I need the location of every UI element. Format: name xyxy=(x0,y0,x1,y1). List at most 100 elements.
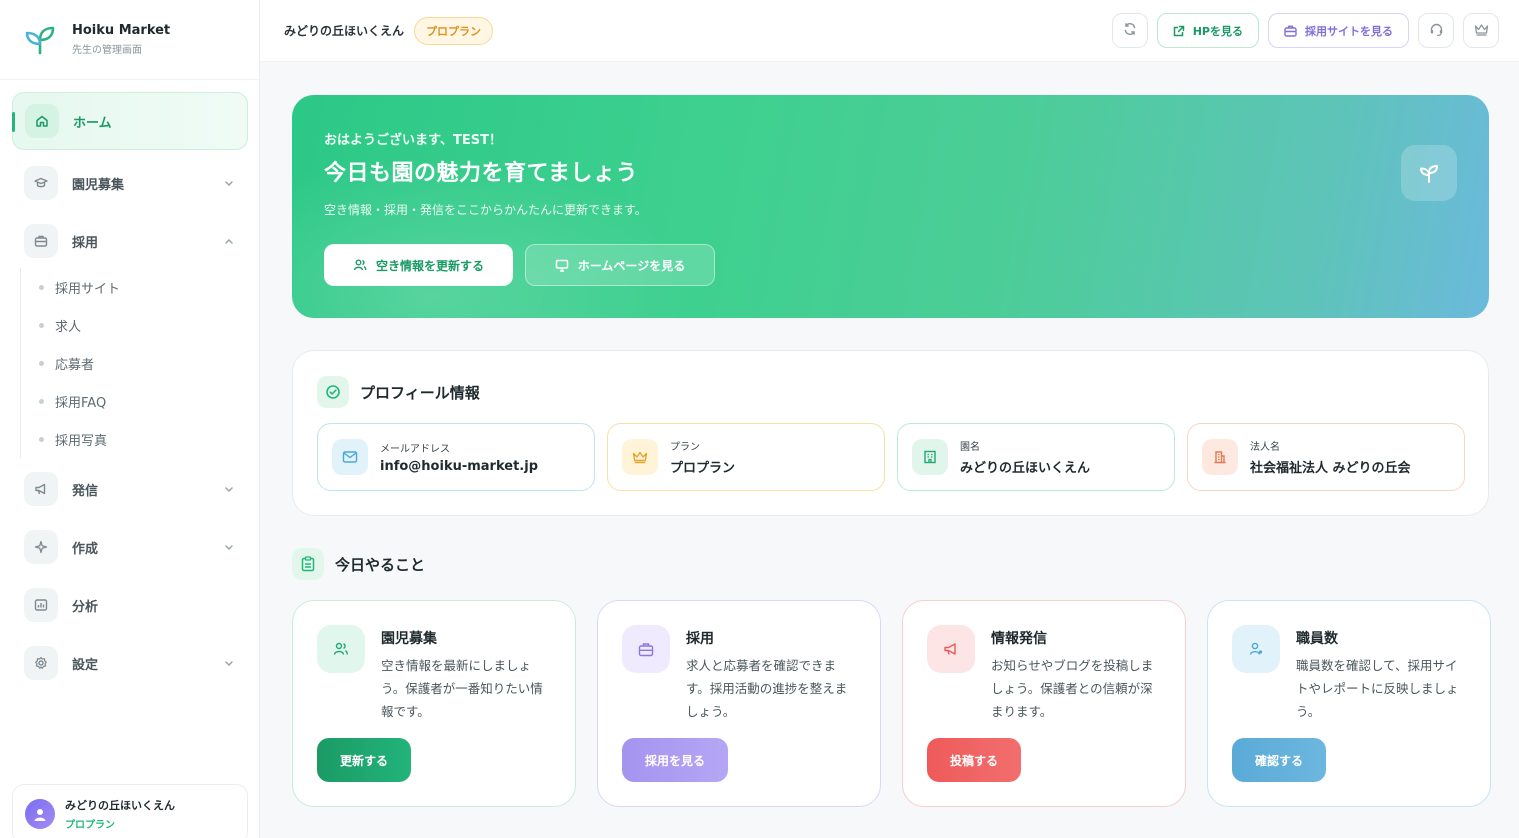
sprout-icon xyxy=(1401,145,1457,201)
task-card-staff: 職員数 職員数を確認して、採用サイトやレポートに反映しましょう。 確認する xyxy=(1207,600,1491,807)
sidebar-item-label: ホーム xyxy=(73,115,112,131)
subnav-label: 採用写真 xyxy=(55,433,108,449)
user-icon xyxy=(1232,625,1280,673)
crown-icon xyxy=(1474,23,1489,39)
building-icon xyxy=(912,439,948,475)
update-vacancy-button[interactable]: 空き情報を更新する xyxy=(324,244,513,286)
hero-greeting: おはようございます、TEST！ xyxy=(324,133,502,148)
subnav-item-recruit-site[interactable]: 採用サイト xyxy=(39,268,248,306)
subnav-item-jobs[interactable]: 求人 xyxy=(39,306,248,344)
home-icon xyxy=(25,104,59,138)
profile-value: プロプラン xyxy=(670,461,736,476)
profile-card-email: メールアドレス info@hoiku-market.jp xyxy=(317,423,595,491)
post-button[interactable]: 投稿する xyxy=(927,738,1022,782)
office-building-icon xyxy=(1202,439,1238,475)
subnav-label: 採用サイト xyxy=(55,281,121,297)
task-description: 空き情報を最新にしましょう。保護者が一番知りたい情報です。 xyxy=(381,658,543,719)
bullet-dot xyxy=(39,322,44,328)
sidebar-item-label: 園児募集 xyxy=(72,177,125,193)
plan-button[interactable] xyxy=(1463,13,1499,48)
chart-icon xyxy=(24,588,58,622)
sidebar-item-label: 設定 xyxy=(72,657,99,673)
sidebar-item-create[interactable]: 作成 xyxy=(12,522,248,572)
sidebar: Hoiku Market 先生の管理画面 ホーム 園児募集 採用 採用サイト 求… xyxy=(0,0,260,838)
bullet-dot xyxy=(39,398,44,404)
sidebar-item-label: 採用 xyxy=(72,235,99,251)
mail-icon xyxy=(332,439,368,475)
sidebar-item-publish[interactable]: 発信 xyxy=(12,464,248,514)
megaphone-icon xyxy=(24,472,58,506)
profile-label: 法人名 xyxy=(1250,442,1280,453)
profile-value: 社会福祉法人 みどりの丘会 xyxy=(1250,461,1411,476)
task-description: 求人と応募者を確認できます。採用活動の進捗を整えましょう。 xyxy=(686,658,848,719)
task-card-recruit: 採用 求人と応募者を確認できます。採用活動の進捗を整えましょう。 採用を見る xyxy=(597,600,881,807)
sidebar-item-settings[interactable]: 設定 xyxy=(12,638,248,688)
sidebar-nav: ホーム 園児募集 採用 採用サイト 求人 応募者 採用FAQ 採用写真 発信 作… xyxy=(12,92,248,696)
profile-card-school: 園名 みどりの丘ほいくえん xyxy=(897,423,1175,491)
briefcase-icon xyxy=(622,625,670,673)
clipboard-icon xyxy=(292,548,324,580)
user-name: みどりの丘ほいくえん xyxy=(65,799,175,812)
support-button[interactable] xyxy=(1418,13,1454,48)
brand-title: Hoiku Market xyxy=(72,23,171,38)
hero-banner: おはようございます、TEST！ 今日も園の魅力を育てましょう 空き情報・採用・発… xyxy=(292,95,1489,318)
subnav-label: 採用FAQ xyxy=(55,395,107,411)
view-homepage-button[interactable]: ホームページを見る xyxy=(525,244,715,286)
header-actions: HPを見る 採用サイトを見る xyxy=(1111,13,1499,48)
task-title: 情報発信 xyxy=(991,631,1047,647)
subnav-item-faq[interactable]: 採用FAQ xyxy=(39,382,248,420)
profile-title: プロフィール情報 xyxy=(360,383,480,402)
check-circle-icon xyxy=(317,376,349,408)
sprout-logo-icon xyxy=(22,22,58,58)
chevron-down-icon xyxy=(224,174,234,193)
subnav-label: 求人 xyxy=(55,319,82,335)
chevron-down-icon xyxy=(224,654,234,673)
view-recruit-site-label: 採用サイトを見る xyxy=(1305,24,1393,38)
today-title: 今日やること xyxy=(335,555,426,574)
external-link-icon xyxy=(1173,25,1193,37)
profile-card-corporation: 法人名 社会福祉法人 みどりの丘会 xyxy=(1187,423,1465,491)
bullet-dot xyxy=(39,360,44,366)
chevron-down-icon xyxy=(224,480,234,499)
chevron-up-icon xyxy=(224,232,234,251)
task-title: 職員数 xyxy=(1296,631,1338,647)
avatar xyxy=(25,799,55,829)
refresh-icon xyxy=(1123,22,1137,39)
subnav-item-photos[interactable]: 採用写真 xyxy=(39,420,248,458)
monitor-icon xyxy=(555,259,578,272)
subnav-item-applicants[interactable]: 応募者 xyxy=(39,344,248,382)
update-button[interactable]: 更新する xyxy=(317,738,412,782)
profile-cards: メールアドレス info@hoiku-market.jp プラン プロプラン 園… xyxy=(317,423,1465,491)
page-title: みどりの丘ほいくえん xyxy=(284,24,405,38)
user-card[interactable]: みどりの丘ほいくえん プロプラン xyxy=(12,784,248,838)
profile-value: info@hoiku-market.jp xyxy=(380,459,538,474)
brand[interactable]: Hoiku Market 先生の管理画面 xyxy=(0,0,259,80)
plan-badge: プロプラン xyxy=(414,16,494,45)
profile-label: メールアドレス xyxy=(380,444,450,455)
confirm-button[interactable]: 確認する xyxy=(1232,738,1327,782)
view-homepage-label: ホームページを見る xyxy=(577,258,686,273)
user-plan: プロプラン xyxy=(65,820,115,831)
crown-icon xyxy=(622,439,658,475)
task-description: お知らせやブログを投稿しましょう。保護者との信頼が深まります。 xyxy=(991,658,1154,719)
bullet-dot xyxy=(39,436,44,442)
sidebar-item-analytics[interactable]: 分析 xyxy=(12,580,248,630)
gear-icon xyxy=(24,646,58,680)
sidebar-item-home[interactable]: ホーム xyxy=(12,92,248,150)
view-recruit-button[interactable]: 採用を見る xyxy=(622,738,729,782)
profile-label: プラン xyxy=(670,442,700,453)
recruit-subnav: 採用サイト 求人 応募者 採用FAQ 採用写真 xyxy=(20,268,248,458)
sidebar-item-enrollment[interactable]: 園児募集 xyxy=(12,158,248,208)
view-recruit-site-button[interactable]: 採用サイトを見る xyxy=(1268,13,1409,48)
refresh-button[interactable] xyxy=(1111,13,1148,48)
view-hp-button[interactable]: HPを見る xyxy=(1156,13,1259,48)
sidebar-item-label: 発信 xyxy=(72,483,99,499)
task-title: 採用 xyxy=(686,631,714,647)
top-header: みどりの丘ほいくえん プロプラン HPを見る 採用サイトを見る xyxy=(260,0,1519,62)
task-description: 職員数を確認して、採用サイトやレポートに反映しましょう。 xyxy=(1296,658,1459,719)
chevron-down-icon xyxy=(224,538,234,557)
profile-card-plan: プラン プロプラン xyxy=(607,423,885,491)
sidebar-item-recruit[interactable]: 採用 xyxy=(12,216,248,266)
brand-subtitle: 先生の管理画面 xyxy=(72,45,142,56)
today-cards: 園児募集 空き情報を最新にしましょう。保護者が一番知りたい情報です。 更新する … xyxy=(292,600,1491,807)
